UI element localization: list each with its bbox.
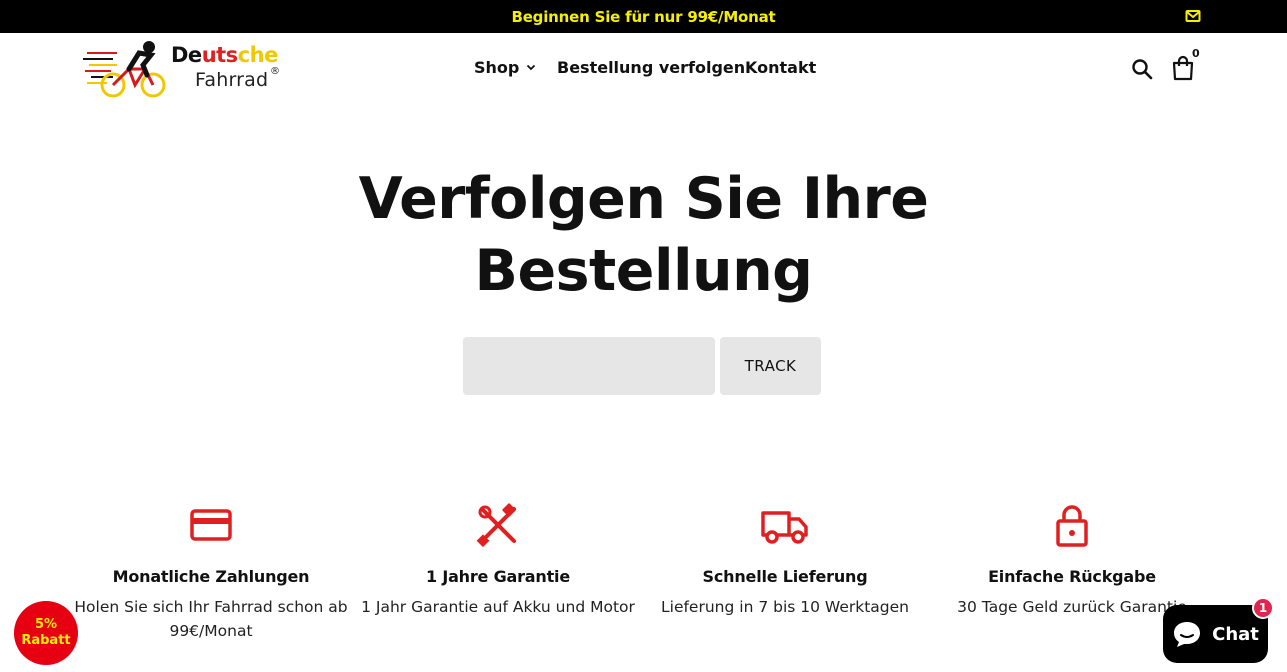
nav-track-order-label: Bestellung verfolgen (557, 58, 746, 77)
logo[interactable]: Deutsche Fahrrad ® (83, 39, 283, 99)
truck-icon (761, 511, 808, 544)
feature-text: Holen Sie sich Ihr Fahrrad schon ab 99€/… (74, 598, 348, 640)
chat-button[interactable]: Chat (1163, 605, 1268, 663)
nav-contact-label: Kontakt (745, 58, 817, 77)
tracking-number-input[interactable] (463, 337, 715, 395)
chat-bubble-icon (1174, 622, 1201, 647)
registered-mark: ® (270, 66, 280, 77)
discount-badge[interactable]: 5% Rabatt (14, 601, 78, 665)
logo-word-deutsche: Deutsche (171, 43, 278, 67)
chat-unread-badge: 1 (1252, 597, 1274, 619)
feature-fast-delivery: Schnelle Lieferung Lieferung in 7 bis 10… (645, 503, 925, 619)
feature-title: 1 Jahre Garantie (426, 567, 570, 586)
nav-track-order[interactable]: Bestellung verfolgen (557, 58, 745, 77)
nav-contact[interactable]: Kontakt (745, 58, 816, 77)
page-title-line1: Verfolgen Sie Ihre (358, 166, 929, 232)
announcement-bar: Beginnen Sie für nur 99€/Monat (0, 0, 1287, 33)
feature-easy-returns: Einfache Rückgabe 30 Tage Geld zurück Ga… (932, 503, 1212, 619)
discount-percent: 5% (34, 617, 58, 632)
track-button[interactable]: TRACK (720, 337, 821, 395)
credit-card-icon (190, 509, 232, 541)
nav-shop[interactable]: Shop (474, 58, 536, 77)
page-title-line2: Bestellung (474, 238, 813, 304)
feature-title: Schnelle Lieferung (702, 567, 868, 586)
tools-icon (476, 503, 516, 547)
logo-word-fahrrad: Fahrrad (195, 69, 269, 91)
feature-warranty: 1 Jahre Garantie 1 Jahr Garantie auf Akk… (358, 503, 638, 619)
site-header: Deutsche Fahrrad ® Shop Bestellung verfo… (0, 33, 1287, 103)
announcement-text: Beginnen Sie für nur 99€/Monat (511, 7, 776, 26)
discount-label: Rabatt (21, 633, 71, 648)
nav-shop-label: Shop (474, 58, 520, 77)
lock-icon (1056, 505, 1088, 547)
chat-label: Chat (1212, 623, 1259, 645)
feature-title: Monatliche Zahlungen (112, 567, 310, 586)
mail-icon[interactable] (1185, 9, 1201, 23)
search-icon[interactable] (1131, 58, 1153, 80)
cart-count: 0 (1192, 47, 1200, 60)
feature-monthly-payments: Monatliche Zahlungen Holen Sie sich Ihr … (71, 503, 351, 643)
feature-text: 1 Jahr Garantie auf Akku und Motor (361, 598, 635, 616)
feature-title: Einfache Rückgabe (988, 567, 1156, 586)
cyclist-logo-icon (83, 41, 166, 98)
feature-text: Lieferung in 7 bis 10 Werktagen (661, 598, 909, 616)
chevron-down-icon (527, 64, 536, 71)
page-title: Verfolgen Sie Ihre Bestellung (0, 163, 1287, 307)
